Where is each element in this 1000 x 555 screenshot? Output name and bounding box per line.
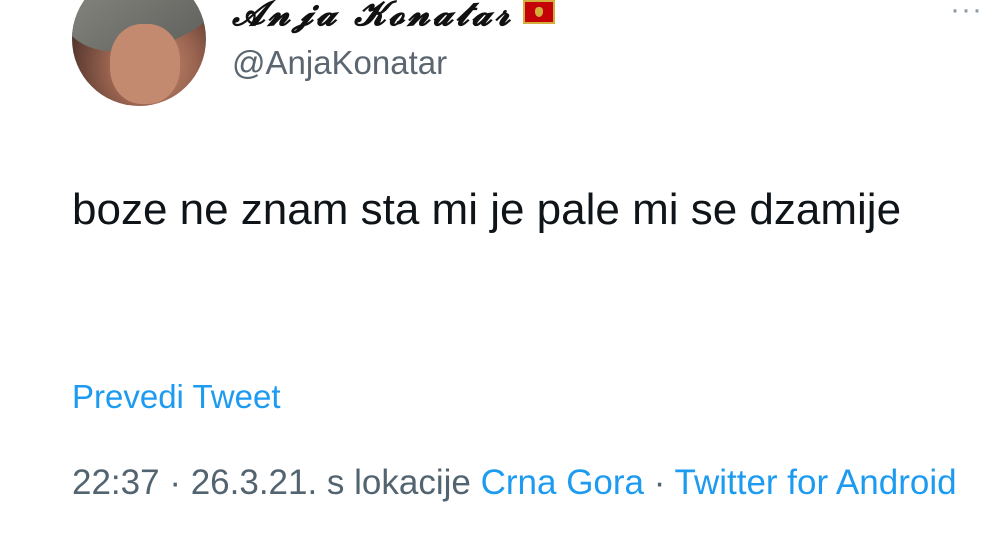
tweet-meta: 22:37 · 26.3.21. s lokacije Crna Gora · … <box>72 458 972 508</box>
montenegro-flag-icon <box>523 0 556 24</box>
translate-tweet-link[interactable]: Prevedi Tweet <box>72 378 281 416</box>
display-name-text: 𝓐𝓷𝓳𝓪 𝓚𝓸𝓷𝓪𝓽𝓪𝓻 <box>232 0 514 34</box>
location-prefix: s lokacije <box>317 463 481 502</box>
avatar[interactable] <box>72 0 206 106</box>
more-horizontal-icon[interactable]: ··· <box>950 0 983 25</box>
author-display-name[interactable]: 𝓐𝓷𝓳𝓪 𝓚𝓸𝓷𝓪𝓽𝓪𝓻 <box>232 0 556 34</box>
tweet-text: boze ne znam sta mi je pale mi se dzamij… <box>72 185 902 234</box>
author-handle[interactable]: @AnjaKonatar <box>232 44 447 82</box>
source-link[interactable]: Twitter for Android <box>675 463 957 502</box>
meta-separator-2: · <box>644 463 675 502</box>
location-link[interactable]: Crna Gora <box>481 463 644 502</box>
meta-separator: · <box>159 463 191 502</box>
tweet-date[interactable]: 26.3.21. <box>191 463 318 502</box>
avatar-face <box>110 24 180 104</box>
tweet-time[interactable]: 22:37 <box>72 463 160 502</box>
